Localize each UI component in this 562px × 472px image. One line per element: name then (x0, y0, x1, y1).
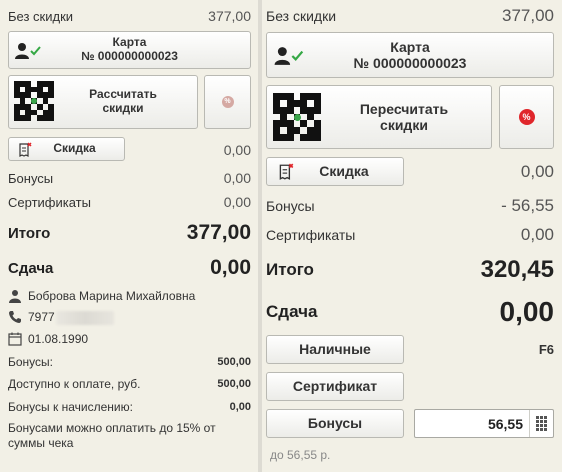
recalculate-discounts-button[interactable]: Рассчитать скидки (8, 75, 198, 129)
accrual-row: Бонусы к начислению: 0,00 (8, 400, 251, 414)
no-discount-value: 377,00 (208, 8, 251, 24)
cash-button[interactable]: Наличные (266, 335, 404, 364)
bonus-amount-input[interactable]: 56,55 (414, 409, 554, 438)
accrual-label: Бонусы к начислению: (8, 400, 133, 414)
no-discount-label: Без скидки (8, 8, 74, 24)
recalculate-discounts-button[interactable]: Пересчитать скидки (266, 85, 492, 149)
birthdate: 01.08.1990 (28, 332, 89, 346)
receipt-icon (19, 142, 32, 157)
qr-code-icon (14, 81, 54, 121)
total-row: Итого 377,00 (8, 221, 251, 245)
bonus-amount-value: 56,55 (487, 415, 523, 432)
change-label: Сдача (8, 259, 54, 277)
total-label: Итого (8, 224, 51, 242)
certificates-label: Сертификаты (8, 194, 91, 210)
info-bonuses-value: 500,00 (217, 356, 251, 368)
certificates-value: 0,00 (223, 194, 251, 210)
discount-value: 0,00 (223, 142, 251, 158)
change-value: 0,00 (499, 296, 555, 327)
discount-button-label: Скидка (319, 163, 369, 180)
total-value: 320,45 (480, 256, 554, 283)
bonuses-value: - 56,55 (501, 196, 554, 215)
recalculate-line2: скидки (380, 117, 428, 133)
card-button-title: Карта (390, 38, 430, 55)
change-row: Сдача 0,00 (8, 256, 251, 280)
bonus-note: Бонусами можно оплатить до 15% от суммы … (8, 421, 216, 450)
bonuses-row: Бонусы - 56,55 (266, 196, 554, 216)
person-check-icon (15, 43, 41, 59)
keypad-button[interactable] (529, 410, 553, 437)
certificates-row: Сертификаты 0,00 (266, 225, 554, 245)
bonuses-label: Бонусы (266, 198, 315, 214)
card-button-number: № 000000000023 (353, 55, 467, 71)
cash-button-label: Наличные (299, 341, 371, 358)
no-discount-row: Без скидки 377,00 (266, 6, 554, 26)
recalculate-line1: Пересчитать (359, 100, 449, 117)
person-check-icon (274, 47, 304, 65)
card-button-number: № 000000000023 (81, 49, 178, 63)
card-button-title: Карта (112, 35, 147, 50)
available-label: Доступно к оплате, руб. (8, 377, 141, 391)
bonuses-row: Бонусы 0,00 (8, 170, 251, 186)
total-row: Итого 320,45 (266, 256, 554, 284)
accrual-value: 0,00 (229, 401, 251, 413)
discount-button[interactable]: Скидка (8, 137, 125, 161)
total-value: 377,00 (186, 221, 251, 244)
calendar-icon (8, 332, 22, 346)
discount-button[interactable]: Скидка (266, 157, 404, 186)
card-button[interactable]: Карта № 000000000023 (266, 32, 554, 78)
left-panel: Без скидки 377,00 Карта № 000000000023 Р… (0, 0, 258, 472)
available-row: Доступно к оплате, руб. 500,00 (8, 377, 251, 391)
certificates-value: 0,00 (520, 225, 554, 244)
total-label: Итого (266, 260, 314, 279)
bonuses-label: Бонусы (8, 170, 54, 186)
customer-name: Боброва Марина Михайловна (28, 289, 196, 303)
card-button[interactable]: Карта № 000000000023 (8, 31, 251, 69)
discount-button-label: Скидка (53, 141, 96, 156)
available-value: 500,00 (217, 378, 251, 390)
receipt-icon (279, 163, 294, 180)
no-discount-label: Без скидки (266, 8, 337, 24)
right-panel: Без скидки 377,00 Карта № 000000000023 П… (262, 0, 562, 472)
change-row: Сдача 0,00 (266, 296, 554, 328)
bonuses-value: 0,00 (223, 170, 251, 186)
percent-button[interactable]: % (499, 85, 554, 149)
discount-value: 0,00 (520, 162, 554, 181)
phone-row: 7977 (8, 310, 114, 325)
phone-masked (56, 311, 114, 325)
bonus-pay-button[interactable]: Бонусы (266, 409, 404, 438)
phone-number: 7977 (28, 310, 55, 324)
info-bonuses-label: Бонусы: (8, 355, 53, 369)
certificates-label: Сертификаты (266, 227, 356, 243)
percent-icon: % (518, 109, 535, 125)
recalculate-line1: Рассчитать (89, 87, 157, 102)
recalculate-line2: скидки (102, 101, 144, 115)
cash-hotkey: F6 (538, 342, 554, 357)
qr-code-icon (273, 93, 321, 141)
bonus-limit-hint: до 56,55 р. (270, 448, 331, 462)
info-bonuses-row: Бонусы: 500,00 (8, 355, 251, 369)
percent-icon: % (221, 96, 234, 108)
birthdate-row: 01.08.1990 (8, 332, 88, 346)
change-value: 0,00 (210, 256, 251, 279)
phone-icon (9, 311, 21, 323)
no-discount-value: 377,00 (502, 6, 554, 25)
certificate-button-label: Сертификат (292, 378, 378, 395)
certificate-button[interactable]: Сертификат (266, 372, 404, 401)
change-label: Сдача (266, 302, 318, 321)
certificates-row: Сертификаты 0,00 (8, 194, 251, 210)
no-discount-row: Без скидки 377,00 (8, 8, 251, 24)
customer-name-row: Боброва Марина Михайловна (8, 289, 195, 303)
keypad-icon (536, 416, 547, 431)
percent-button[interactable]: % (204, 75, 251, 129)
person-icon (9, 290, 21, 303)
bonus-pay-button-label: Бонусы (307, 415, 363, 432)
